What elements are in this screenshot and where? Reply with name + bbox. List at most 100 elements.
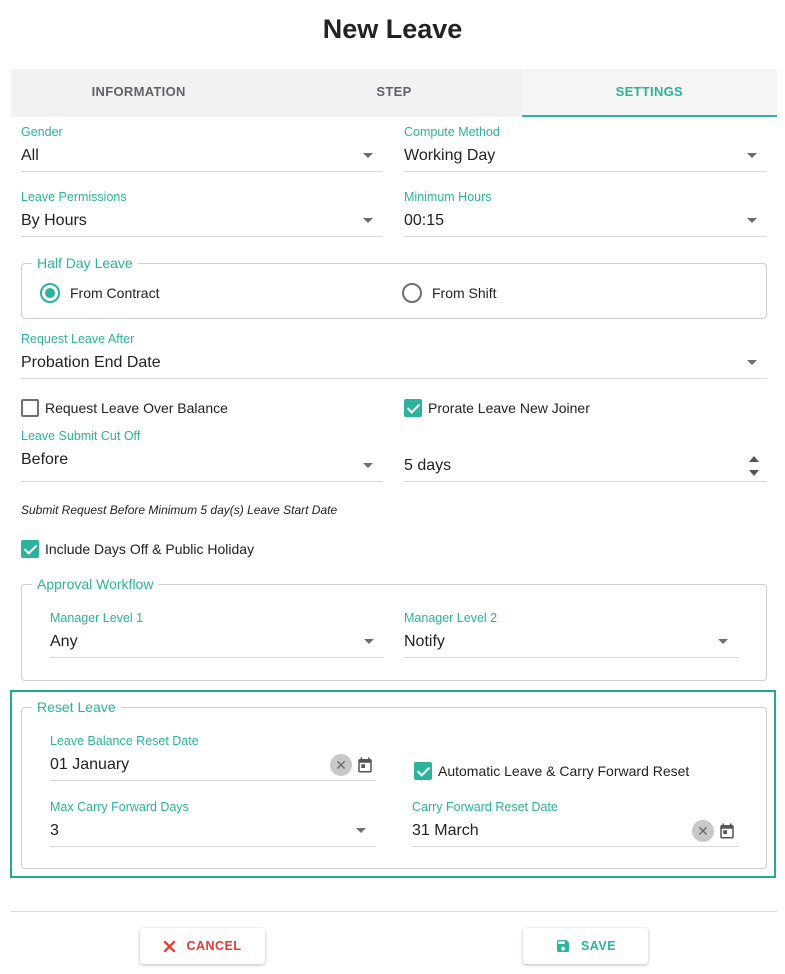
balance-reset-date-label: Leave Balance Reset Date	[50, 734, 199, 748]
cancel-label: CANCEL	[186, 939, 242, 953]
prorate-new-joiner-checkbox[interactable]: Prorate Leave New Joiner	[404, 399, 590, 417]
calendar-icon[interactable]	[718, 822, 736, 840]
include-days-off-label: Include Days Off & Public Holiday	[45, 541, 255, 557]
radio-from-shift[interactable]: From Shift	[402, 283, 497, 303]
radio-from-contract-label: From Contract	[70, 285, 160, 301]
tab-bar: INFORMATION STEP SETTINGS	[11, 69, 777, 117]
gender-select[interactable]: All	[21, 140, 383, 172]
footer-divider	[11, 911, 777, 912]
carry-forward-reset-date-input[interactable]: 31 March ✕	[412, 815, 738, 847]
checkbox-unchecked-icon	[21, 399, 39, 417]
manager-level-1-field: Manager Level 1 Any	[50, 610, 384, 658]
carry-forward-reset-date-field: Carry Forward Reset Date 31 March ✕	[412, 799, 738, 847]
radio-selected-icon	[40, 283, 60, 303]
approval-workflow-group: Approval Workflow Manager Level 1 Any Ma…	[21, 576, 767, 681]
submit-cut-off-label: Leave Submit Cut Off	[21, 429, 141, 443]
balance-reset-date-input[interactable]: 01 January ✕	[50, 749, 376, 781]
compute-method-label: Compute Method	[404, 125, 500, 139]
manager-level-2-select[interactable]: Notify	[404, 626, 738, 658]
leave-permissions-field: Leave Permissions By Hours	[21, 189, 383, 237]
manager-level-2-label: Manager Level 2	[404, 611, 498, 625]
calendar-icon[interactable]	[356, 756, 374, 774]
manager-level-2-field: Manager Level 2 Notify	[404, 610, 738, 658]
compute-method-value: Working Day	[404, 147, 496, 164]
chevron-down-icon	[363, 463, 373, 468]
cut-off-hint: Submit Request Before Minimum 5 day(s) L…	[21, 503, 338, 517]
number-stepper[interactable]	[749, 454, 759, 478]
save-label: SAVE	[580, 939, 617, 953]
minimum-hours-select[interactable]: 00:15	[404, 205, 767, 237]
chevron-down-icon	[363, 218, 373, 223]
checkbox-checked-icon	[21, 540, 39, 558]
radio-from-shift-label: From Shift	[432, 285, 497, 301]
manager-level-1-select[interactable]: Any	[50, 626, 384, 658]
submit-days-input[interactable]: 5 days	[404, 444, 767, 482]
chevron-down-icon	[747, 360, 757, 365]
prorate-new-joiner-label: Prorate Leave New Joiner	[428, 400, 590, 416]
minimum-hours-field: Minimum Hours 00:15	[404, 189, 767, 237]
request-leave-after-select[interactable]: Probation End Date	[21, 347, 767, 379]
request-over-balance-label: Request Leave Over Balance	[45, 400, 228, 416]
compute-method-select[interactable]: Working Day	[404, 140, 767, 172]
compute-method-field: Compute Method Working Day	[404, 124, 767, 172]
balance-reset-date-field: Leave Balance Reset Date 01 January ✕	[50, 733, 376, 781]
carry-forward-reset-date-label: Carry Forward Reset Date	[412, 800, 558, 814]
tab-settings[interactable]: SETTINGS	[521, 69, 777, 117]
half-day-leave-legend: Half Day Leave	[32, 255, 138, 271]
auto-carry-forward-checkbox[interactable]: Automatic Leave & Carry Forward Reset	[414, 762, 689, 780]
stepper-down-icon[interactable]	[749, 470, 759, 476]
minimum-hours-label: Minimum Hours	[404, 190, 492, 204]
max-carry-forward-field: Max Carry Forward Days 3	[50, 799, 376, 847]
manager-level-1-label: Manager Level 1	[50, 611, 144, 625]
checkbox-checked-icon	[414, 762, 432, 780]
page-title: New Leave	[322, 14, 463, 44]
checkbox-checked-icon	[404, 399, 422, 417]
chevron-down-icon	[747, 153, 757, 158]
chevron-down-icon	[356, 828, 366, 833]
leave-permissions-select[interactable]: By Hours	[21, 205, 383, 237]
submit-cut-off-select[interactable]: Before	[21, 444, 383, 482]
max-carry-forward-value: 3	[50, 822, 59, 839]
leave-permissions-value: By Hours	[21, 212, 87, 229]
half-day-leave-group: Half Day Leave From Contract From Shift	[21, 255, 767, 319]
auto-carry-forward-label: Automatic Leave & Carry Forward Reset	[438, 763, 690, 779]
radio-unselected-icon	[402, 283, 422, 303]
gender-label: Gender	[21, 125, 63, 139]
chevron-down-icon	[747, 218, 757, 223]
submit-days-value: 5 days	[404, 457, 452, 474]
request-leave-after-value: Probation End Date	[21, 354, 161, 371]
submit-days-field: 5 days	[404, 444, 767, 482]
clear-icon[interactable]: ✕	[330, 754, 352, 776]
manager-level-2-value: Notify	[404, 633, 445, 650]
stepper-up-icon[interactable]	[749, 456, 759, 462]
manager-level-1-value: Any	[50, 633, 78, 650]
approval-workflow-legend: Approval Workflow	[32, 576, 159, 592]
carry-forward-reset-date-value: 31 March	[412, 822, 479, 839]
radio-from-contract[interactable]: From Contract	[40, 283, 159, 303]
chevron-down-icon	[718, 639, 728, 644]
request-leave-after-label: Request Leave After	[21, 332, 135, 346]
chevron-down-icon	[363, 153, 373, 158]
gender-value: All	[21, 147, 39, 164]
balance-reset-date-value: 01 January	[50, 756, 130, 773]
close-icon	[163, 940, 176, 953]
reset-leave-legend: Reset Leave	[32, 699, 121, 715]
tab-step[interactable]: STEP	[266, 69, 521, 117]
max-carry-forward-select[interactable]: 3	[50, 815, 376, 847]
clear-icon[interactable]: ✕	[692, 820, 714, 842]
request-over-balance-checkbox[interactable]: Request Leave Over Balance	[21, 399, 228, 417]
submit-cut-off-value: Before	[21, 451, 69, 468]
floppy-disk-icon	[555, 938, 571, 954]
save-button[interactable]: SAVE	[523, 928, 648, 964]
gender-field: Gender All	[21, 124, 383, 172]
leave-permissions-label: Leave Permissions	[21, 190, 127, 204]
chevron-down-icon	[364, 639, 374, 644]
tab-information[interactable]: INFORMATION	[11, 69, 266, 117]
submit-cut-off-field: Leave Submit Cut Off Before	[21, 428, 383, 482]
include-days-off-checkbox[interactable]: Include Days Off & Public Holiday	[21, 540, 254, 558]
minimum-hours-value: 00:15	[404, 212, 445, 229]
cancel-button[interactable]: CANCEL	[140, 928, 265, 964]
reset-leave-group: Reset Leave Leave Balance Reset Date 01 …	[21, 699, 767, 869]
max-carry-forward-label: Max Carry Forward Days	[50, 800, 189, 814]
request-leave-after-field: Request Leave After Probation End Date	[21, 331, 767, 379]
